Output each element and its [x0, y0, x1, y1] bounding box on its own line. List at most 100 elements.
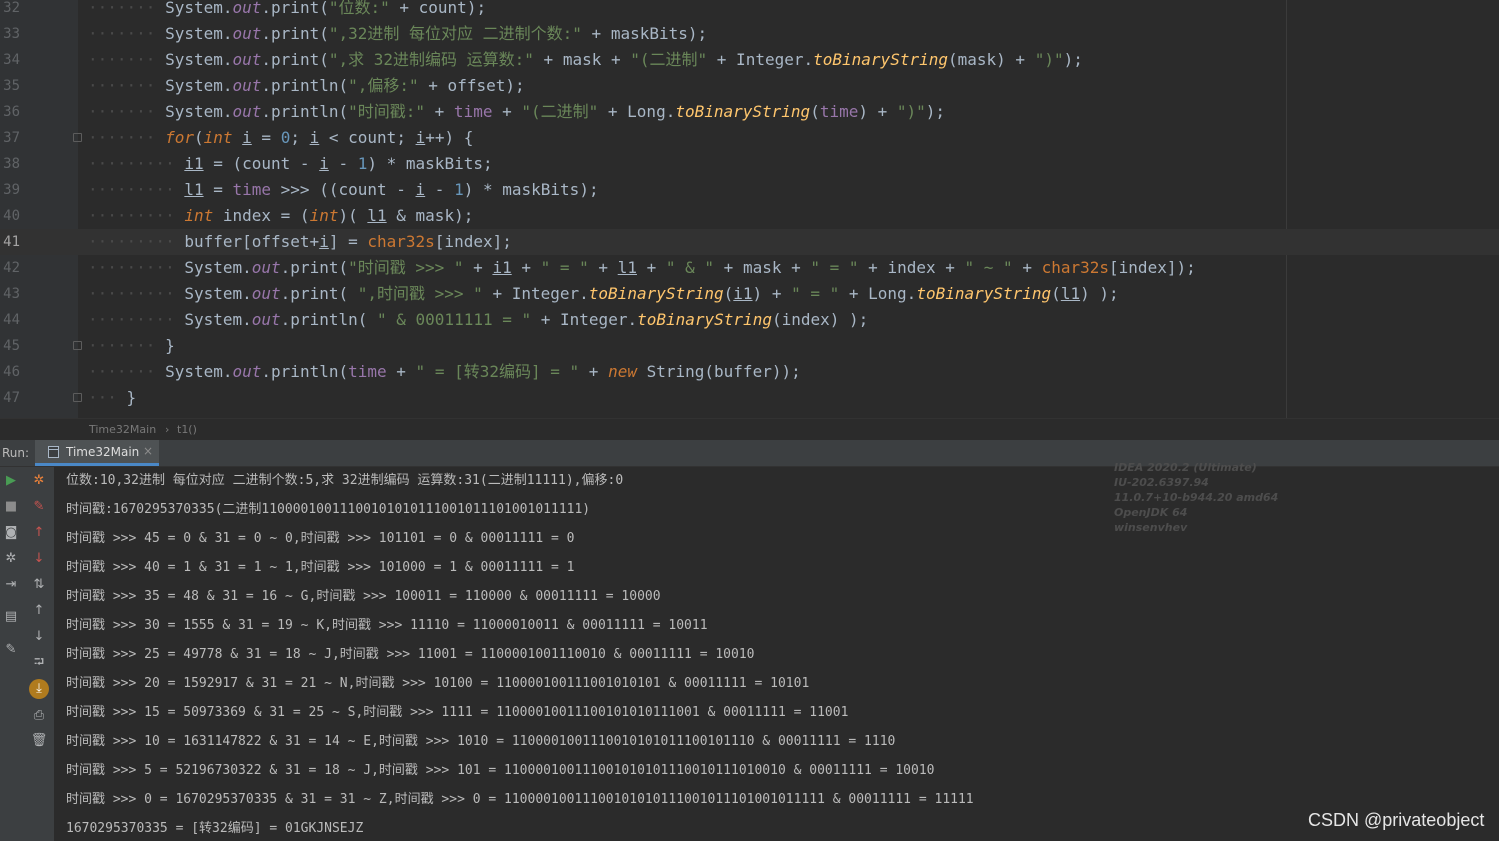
code-token: i — [415, 180, 426, 199]
clear-output-icon[interactable]: ✎ — [29, 497, 49, 517]
fold-marker-icon[interactable] — [73, 393, 82, 402]
code-line[interactable]: 37 ······· for(int i = 0; i < count; i++)… — [0, 125, 1499, 151]
code-line[interactable]: 42 ········· System.out.print("时间戳 >>> " … — [0, 255, 1499, 281]
code-text: ········· buffer[offset+i] = char32s[ind… — [88, 229, 512, 255]
code-token: " & " — [665, 258, 715, 277]
code-token: out — [232, 0, 262, 17]
code-token: toBinaryString — [588, 284, 724, 303]
watermark: CSDN @privateobject — [1308, 810, 1485, 830]
scroll-down-icon[interactable]: ↓ — [29, 627, 49, 647]
code-token: + index + — [858, 258, 965, 277]
line-number[interactable]: 43 — [0, 281, 20, 307]
code-text: ······· System.out.print(",32进制 每位对应 二进制… — [88, 21, 707, 47]
line-number[interactable]: 33 — [0, 21, 20, 47]
code-line[interactable]: 34 ······· System.out.print(",求 32进制编码 运算… — [0, 47, 1499, 73]
code-token: " & 00011111 = " — [377, 310, 532, 329]
code-line[interactable]: 38 ········· i1 = (count - i - 1) * maskB… — [0, 151, 1499, 177]
about-line: winsenvhev — [1114, 521, 1188, 534]
code-token: " ~ " — [964, 258, 1013, 277]
code-line[interactable]: 44 ········· System.out.println( " & 0001… — [0, 307, 1499, 333]
line-number[interactable]: 32 — [0, 0, 20, 21]
code-token: + — [492, 102, 522, 121]
line-number[interactable]: 40 — [0, 203, 20, 229]
code-line[interactable]: 36 ······· System.out.println("时间戳:" + ti… — [0, 99, 1499, 125]
sort-icon[interactable]: ⇅ — [29, 575, 49, 595]
code-token: " = " — [791, 284, 840, 303]
line-number[interactable]: 34 — [0, 47, 20, 73]
console-icon — [48, 446, 59, 458]
stop-icon[interactable]: ■ — [1, 497, 21, 517]
code-token: .print( — [261, 24, 329, 43]
code-token: out — [232, 102, 262, 121]
code-token: ",求 32进制编码 运算数:" — [328, 50, 534, 69]
debug-bug-icon[interactable]: ✲ — [1, 549, 21, 569]
code-token: .println( — [261, 102, 349, 121]
breadcrumb-class[interactable]: Time32Main — [89, 423, 156, 436]
line-number[interactable]: 37 — [0, 125, 20, 151]
code-token: + Integer. — [482, 284, 589, 303]
code-token: ); — [1063, 50, 1083, 69]
code-token: ",偏移:" — [348, 76, 419, 95]
code-token: toBinaryString — [675, 102, 811, 121]
indent-guide: ······· — [88, 362, 166, 381]
line-number[interactable]: 36 — [0, 99, 20, 125]
scroll-to-end-icon[interactable]: ⤓ — [29, 679, 49, 699]
code-line[interactable]: 33 ······· System.out.print(",32进制 每位对应 二… — [0, 21, 1499, 47]
line-number[interactable]: 42 — [0, 255, 20, 281]
scroll-up-icon[interactable]: ↑ — [29, 601, 49, 621]
code-token: "(二进制" — [630, 50, 708, 69]
line-number[interactable]: 39 — [0, 177, 20, 203]
console-output[interactable]: 位数:10,32进制 每位对应 二进制个数:5,求 32进制编码 运算数:31(… — [54, 467, 1499, 841]
code-line[interactable]: 43 ········· System.out.print( ",时间戳 >>> … — [0, 281, 1499, 307]
fold-marker-icon[interactable] — [73, 133, 82, 142]
line-number[interactable]: 44 — [0, 307, 20, 333]
console-line: 时间戳:1670295370335(二进制1100001001110010101… — [66, 502, 591, 517]
code-line[interactable]: 41 ········· buffer[offset+i] = char32s[i… — [0, 229, 1499, 255]
indent-guide: ······· — [88, 0, 166, 17]
line-number[interactable]: 41 — [0, 229, 20, 255]
login-icon[interactable]: ⇥ — [1, 575, 21, 595]
print-icon[interactable]: ⎙ — [29, 706, 49, 726]
code-token: ++) { — [425, 128, 474, 147]
layout-icon[interactable]: ▤ — [1, 607, 21, 627]
code-token: .println( — [280, 310, 377, 329]
trash-icon[interactable]: 🗑 — [29, 731, 49, 751]
line-number[interactable]: 35 — [0, 73, 20, 99]
code-editor[interactable]: 32 ······· System.out.print("位数:" + count… — [0, 0, 1499, 418]
code-token: out — [232, 362, 262, 381]
camera-icon[interactable]: ◙ — [1, 523, 21, 543]
soft-wrap-icon[interactable]: ⮒ — [29, 653, 49, 673]
code-token: toBinaryString — [813, 50, 948, 69]
line-number[interactable]: 38 — [0, 151, 20, 177]
rerun-icon[interactable]: ▶ — [1, 471, 21, 491]
code-line[interactable]: 32 ······· System.out.print("位数:" + count… — [0, 0, 1499, 21]
code-line[interactable]: 46 ······· System.out.println(time + " = … — [0, 359, 1499, 385]
code-line[interactable]: 35 ······· System.out.println(",偏移:" + of… — [0, 73, 1499, 99]
code-line[interactable]: 39 ········· l1 = time >>> ((count - i - … — [0, 177, 1499, 203]
code-line[interactable]: 40 ········· int index = (int)( l1 & mask… — [0, 203, 1499, 229]
up-arrow-icon[interactable]: ↑ — [29, 523, 49, 543]
code-text: ········· i1 = (count - i - 1) * maskBit… — [88, 151, 493, 177]
code-line[interactable]: 45 ······· } — [0, 333, 1499, 359]
run-tab-time32main[interactable]: Time32Main × — [35, 440, 159, 466]
code-token: ")" — [896, 102, 926, 121]
close-icon[interactable]: × — [143, 444, 153, 458]
line-number[interactable]: 45 — [0, 333, 20, 359]
indent-guide: ······· — [88, 102, 166, 121]
about-line: IDEA 2020.2 (Ultimate) — [1114, 461, 1257, 474]
code-token: .print( — [261, 0, 329, 17]
line-number[interactable]: 47 — [0, 385, 20, 411]
code-token: = — [203, 180, 233, 199]
code-token: time — [348, 362, 387, 381]
rerun-failed-icon[interactable]: ✲ — [29, 471, 49, 491]
line-number[interactable]: 46 — [0, 359, 20, 385]
console-line: 时间戳 >>> 0 = 1670295370335 & 31 = 31 ~ Z,… — [66, 792, 974, 807]
down-arrow-icon[interactable]: ↓ — [29, 549, 49, 569]
code-token: out — [232, 24, 262, 43]
code-line[interactable]: 47 ··· } — [0, 385, 1499, 411]
console-line: 时间戳 >>> 5 = 52196730322 & 31 = 18 ~ J,时间… — [66, 763, 935, 778]
indent-guide: ······· — [88, 336, 166, 355]
breadcrumb-method[interactable]: t1() — [177, 423, 197, 436]
pin-icon[interactable]: ✎ — [1, 640, 21, 660]
fold-marker-icon[interactable] — [73, 341, 82, 350]
